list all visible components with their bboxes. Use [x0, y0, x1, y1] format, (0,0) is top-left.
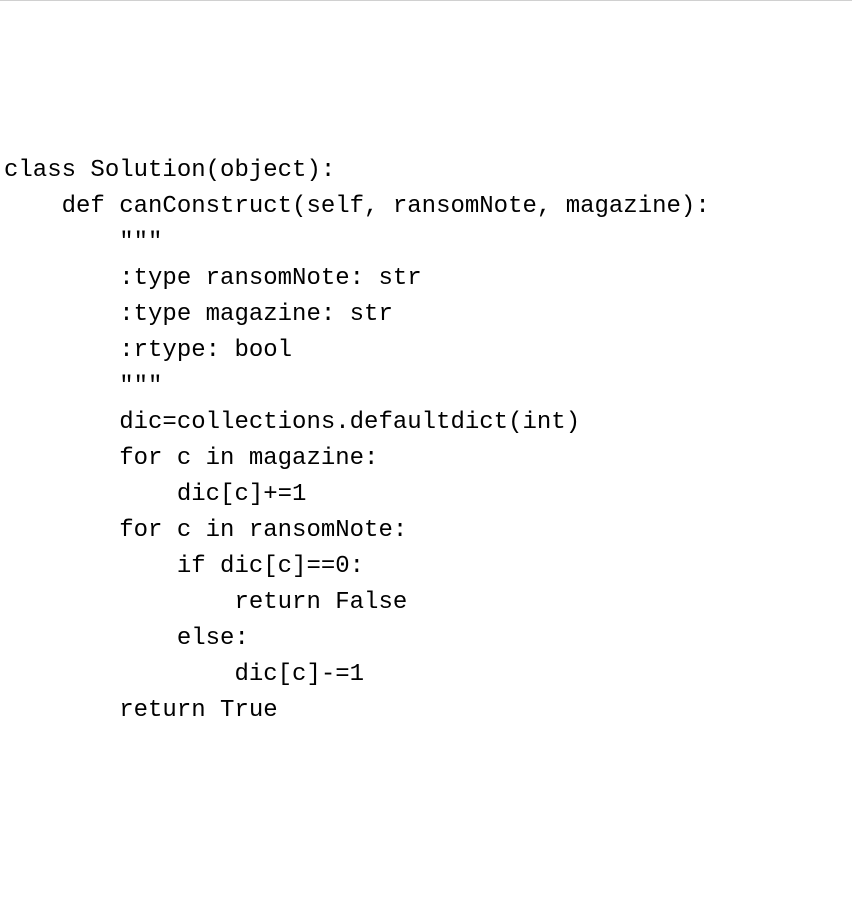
code-line: for c in magazine: — [4, 441, 848, 477]
code-line: class Solution(object): — [4, 153, 848, 189]
code-line: for c in ransomNote: — [4, 513, 848, 549]
code-line: def canConstruct(self, ransomNote, magaz… — [4, 189, 848, 225]
code-line: :rtype: bool — [4, 333, 848, 369]
code-line: return False — [4, 585, 848, 621]
code-line: """ — [4, 369, 848, 405]
code-line: :type ransomNote: str — [4, 261, 848, 297]
code-line: dic[c]+=1 — [4, 477, 848, 513]
code-line: dic[c]-=1 — [4, 657, 848, 693]
code-line: else: — [4, 621, 848, 657]
code-line: """ — [4, 225, 848, 261]
code-block: class Solution(object): def canConstruct… — [4, 153, 848, 729]
code-line: :type magazine: str — [4, 297, 848, 333]
code-line: if dic[c]==0: — [4, 549, 848, 585]
code-line: dic=collections.defaultdict(int) — [4, 405, 848, 441]
code-line: return True — [4, 693, 848, 729]
